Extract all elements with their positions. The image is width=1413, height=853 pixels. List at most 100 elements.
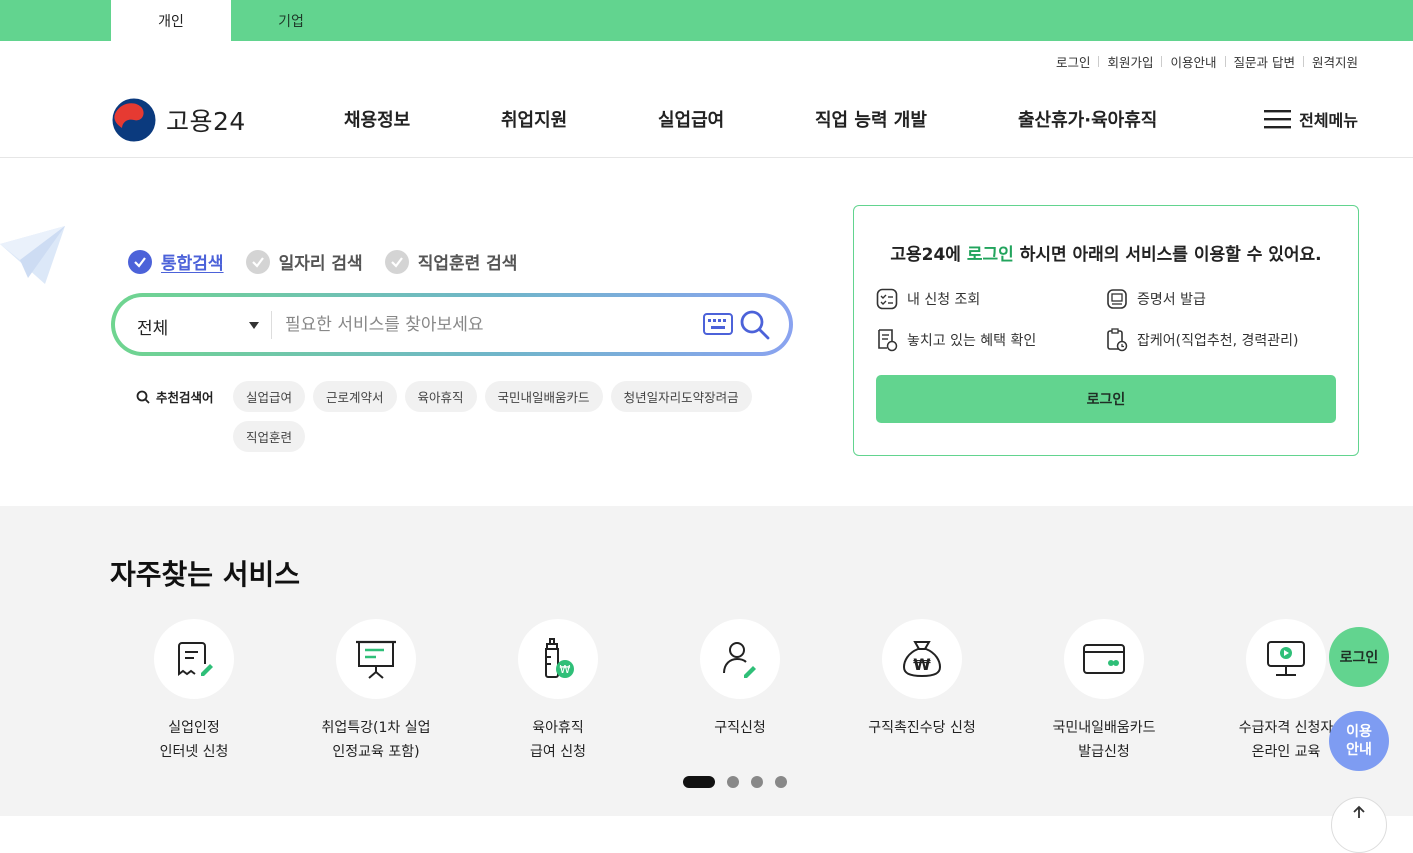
service-label: 육아휴직 급여 신청 [530,720,586,760]
util-guide-link[interactable]: 이용안내 [1170,52,1216,71]
title-highlight: 로그인 [966,245,1014,265]
certificate-link[interactable]: 증명서 발급 [1106,288,1206,310]
item-label: 증명서 발급 [1137,292,1206,308]
hamburger-icon [1264,110,1292,129]
baby-bottle-icon: ₩ [545,638,574,678]
document-coin-icon [878,329,898,352]
search-icon[interactable] [739,309,771,341]
presentation-board-icon [356,640,396,679]
item-label: 놓치고 있는 혜택 확인 [907,333,1037,349]
util-qna-link[interactable]: 질문과 답변 [1234,52,1295,71]
keyword-chip[interactable]: 국민내일배움카드 [484,381,603,412]
service-item[interactable]: 취업특강(1차 실업 인정교육 포함) [285,619,467,764]
missed-benefits-link[interactable]: 놓치고 있는 혜택 확인 [876,328,1036,352]
tab-personal[interactable]: 개인 [111,0,231,41]
tab-job-search[interactable]: 일자리 검색 [245,249,363,274]
paper-plane-icon [0,226,65,284]
keyword-chip[interactable]: 직업훈련 [233,421,306,452]
carousel-dot[interactable] [727,776,739,788]
item-label: 잡케어(직업추천, 경력관리) [1137,333,1299,349]
svg-text:₩: ₩ [913,655,931,674]
frequent-services-section: 자주찾는 서비스 실업인정 인터넷 신청 취업특강(1차 실업 인정교육 포함)… [0,506,1413,816]
svg-text:₩: ₩ [560,663,571,676]
tab-integrated-search[interactable]: 통합검색 [128,249,224,274]
document-edit-icon [178,642,213,676]
scroll-top-button[interactable] [1331,797,1387,853]
carousel-dot[interactable] [775,776,787,788]
tab-training-search[interactable]: 직업훈련 검색 [384,249,518,274]
divider [1224,56,1226,67]
service-label: 실업인정 인터넷 신청 [159,720,229,760]
nav-unemployment-benefit[interactable]: 실업급여 [658,106,724,132]
item-label: 내 신청 조회 [907,292,981,308]
login-promo-box: 고용24에 로그인 하시면 아래의 서비스를 이용할 수 있어요. 내 신청 조… [853,205,1359,456]
monitor-play-icon [1267,641,1305,676]
login-promo-title: 고용24에 로그인 하시면 아래의 서비스를 이용할 수 있어요. [854,240,1358,265]
search-input[interactable] [285,309,685,341]
util-remote-link[interactable]: 원격지원 [1312,52,1358,71]
logo-text: 고용24 [166,107,246,136]
main-header: 고용24 채용정보 취업지원 실업급여 직업 능력 개발 출산휴가·육아휴직 전… [0,78,1413,158]
nav-vocational-training[interactable]: 직업 능력 개발 [815,106,927,132]
tab-label: 통합검색 [161,254,224,274]
divider [271,311,272,339]
section-title: 자주찾는 서비스 [110,558,301,591]
all-menu-button[interactable]: 전체메뉴 [1264,107,1358,131]
recommend-label: 추천검색어 [156,390,214,405]
nav-maternity-leave[interactable]: 출산휴가·육아휴직 [1018,106,1157,132]
service-item[interactable]: ₩ 구직촉진수당 신청 [831,619,1013,740]
divider [1161,56,1163,67]
login-button[interactable]: 로그인 [876,375,1336,423]
certificate-icon [1107,289,1127,309]
all-menu-label: 전체메뉴 [1299,111,1358,130]
service-label: 국민내일배움카드 발급신청 [1052,720,1156,760]
title-text: 하시면 아래의 서비스를 이용할 수 있어요. [1013,245,1322,265]
service-item[interactable]: 국민내일배움카드 발급신청 [1013,619,1195,764]
carousel-dot-active[interactable] [683,776,715,788]
clipboard-clock-icon [1107,328,1128,352]
card-icon [1083,644,1125,674]
nav-jobs-info[interactable]: 채용정보 [344,106,410,132]
keyword-chip[interactable]: 청년일자리도약장려금 [610,381,752,412]
search-type-tabs: 통합검색 일자리 검색 직업훈련 검색 [128,249,539,274]
util-signup-link[interactable]: 회원가입 [1107,52,1153,71]
title-text: 고용24에 [890,245,967,265]
recommend-title: 추천검색어 [136,387,214,406]
floating-guide-button[interactable]: 이용 안내 [1329,711,1389,771]
tab-business[interactable]: 기업 [231,0,351,41]
check-circle-icon [245,249,270,274]
carousel-pagination [683,776,799,788]
service-item[interactable]: 실업인정 인터넷 신청 [103,619,285,764]
utility-links: 로그인 회원가입 이용안내 질문과 답변 원격지원 [1056,52,1358,71]
service-item[interactable]: 구직신청 [649,619,831,740]
tab-label: 일자리 검색 [278,254,363,274]
check-circle-icon [128,249,152,274]
carousel-dot[interactable] [751,776,763,788]
search-category-select[interactable]: 전체 [137,314,168,339]
floating-login-button[interactable]: 로그인 [1329,627,1389,687]
service-label: 구직신청 [714,720,766,736]
util-login-link[interactable]: 로그인 [1056,52,1091,71]
tab-label: 직업훈련 검색 [417,254,518,274]
arrow-up-icon [1353,805,1365,818]
money-bag-icon: ₩ [902,641,942,678]
keyword-chip[interactable]: 근로계약서 [313,381,397,412]
my-application-link[interactable]: 내 신청 조회 [876,288,980,310]
taegeuk-logo-icon [112,98,156,142]
jobcare-link[interactable]: 잡케어(직업추천, 경력관리) [1106,328,1299,352]
site-logo[interactable]: 고용24 [112,98,246,142]
top-tab-bar: 개인 기업 [0,0,1413,41]
keyword-chips: 실업급여 근로계약서 육아휴직 국민내일배움카드 청년일자리도약장려금 직업훈련 [233,381,793,461]
check-circle-icon [384,249,409,274]
divider [1098,56,1100,67]
nav-employment-support[interactable]: 취업지원 [501,106,567,132]
service-label: 취업특강(1차 실업 인정교육 포함) [321,720,431,760]
keyword-chip[interactable]: 실업급여 [233,381,306,412]
keyword-chip[interactable]: 육아휴직 [404,381,477,412]
chevron-down-icon[interactable] [249,322,259,329]
keyboard-icon[interactable] [703,313,733,335]
person-edit-icon [723,642,756,678]
search-icon [136,390,150,404]
service-item[interactable]: ₩ 육아휴직 급여 신청 [467,619,649,764]
divider [1302,56,1304,67]
